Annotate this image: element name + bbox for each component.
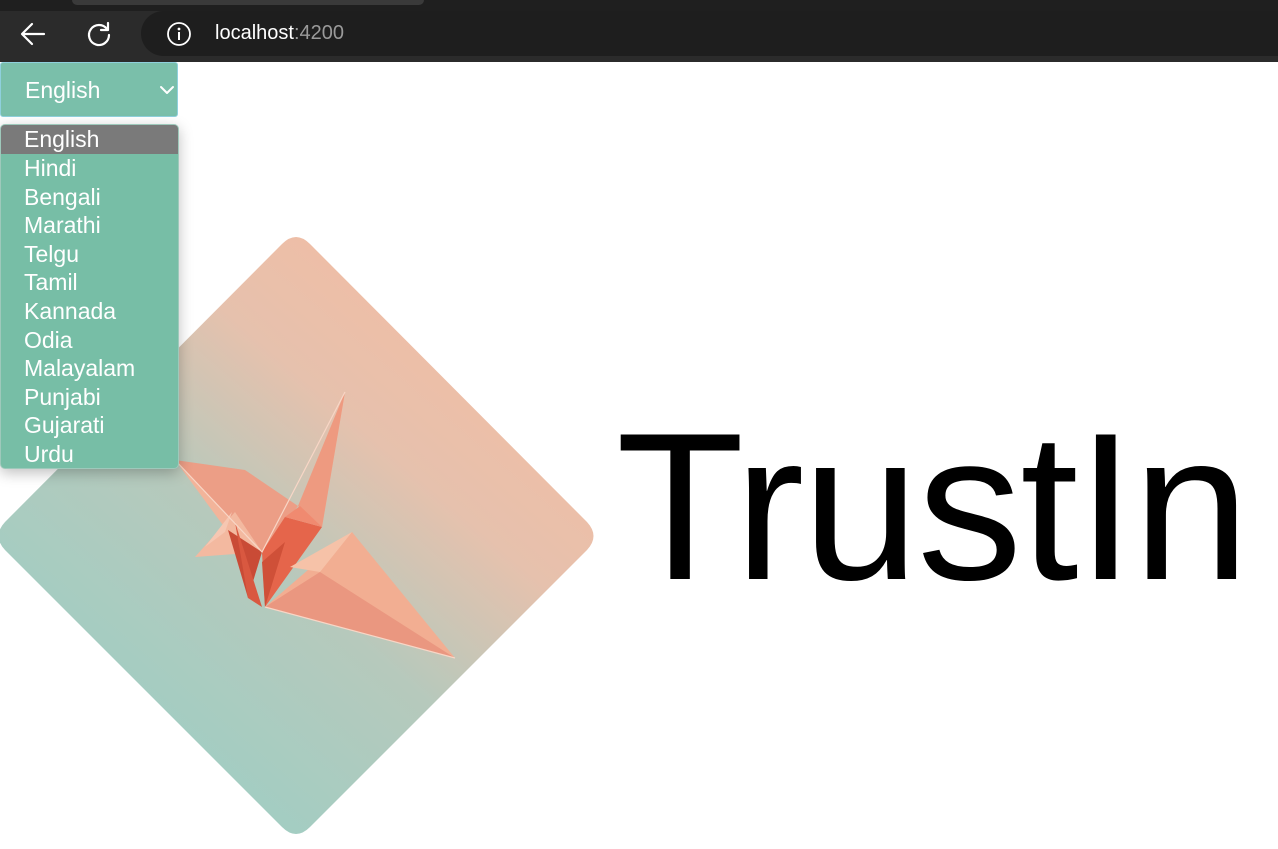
brand-title: TrustIn: [616, 389, 1250, 624]
reload-icon: [87, 21, 111, 47]
language-option-kannada[interactable]: Kannada: [1, 297, 178, 326]
arrow-left-icon: [20, 22, 46, 46]
info-icon[interactable]: [166, 21, 192, 47]
reload-button[interactable]: [79, 14, 119, 54]
language-option-urdu[interactable]: Urdu: [1, 440, 178, 468]
language-dropdown[interactable]: English Hindi Bengali Marathi Telgu Tami…: [0, 124, 179, 469]
back-button[interactable]: [13, 14, 53, 54]
tab-strip: [0, 0, 1278, 11]
browser-toolbar: localhost:4200: [0, 0, 1278, 62]
url-port: :4200: [293, 22, 344, 44]
language-option-bengali[interactable]: Bengali: [1, 183, 178, 212]
browser-tab[interactable]: [72, 0, 424, 5]
page-content: TrustIn English English Hindi Bengali Ma…: [0, 62, 1278, 849]
language-option-telgu[interactable]: Telgu: [1, 240, 178, 269]
language-option-hindi[interactable]: Hindi: [1, 154, 178, 183]
language-option-tamil[interactable]: Tamil: [1, 268, 178, 297]
language-option-english[interactable]: English: [1, 125, 178, 154]
url-text[interactable]: localhost:4200: [215, 22, 344, 45]
language-select[interactable]: English: [0, 62, 178, 117]
language-option-marathi[interactable]: Marathi: [1, 211, 178, 240]
language-option-gujarati[interactable]: Gujarati: [1, 411, 178, 440]
language-option-malayalam[interactable]: Malayalam: [1, 354, 178, 383]
language-option-punjabi[interactable]: Punjabi: [1, 383, 178, 412]
address-bar[interactable]: localhost:4200: [141, 11, 1278, 56]
chevron-down-icon: [160, 86, 174, 94]
language-select-value: English: [25, 77, 101, 103]
language-option-odia[interactable]: Odia: [1, 326, 178, 355]
url-host: localhost: [215, 22, 294, 44]
